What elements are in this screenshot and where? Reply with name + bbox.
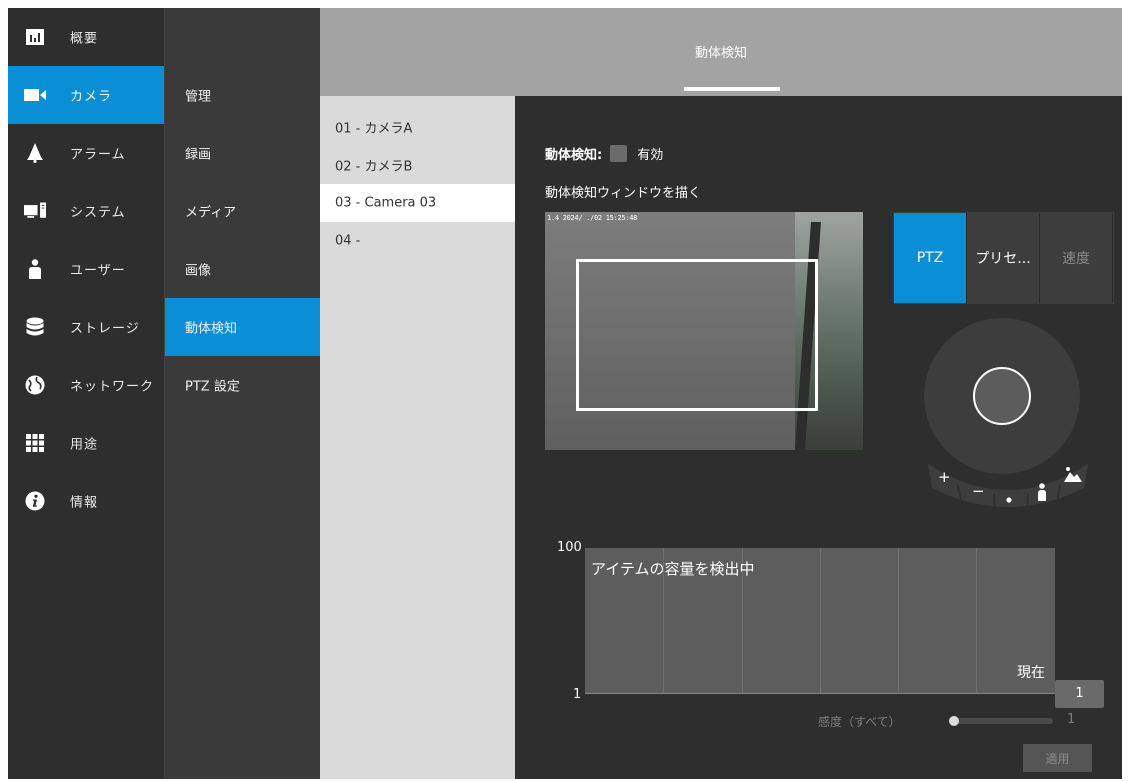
sidebar-item-label: 用途 [70,437,99,453]
graph-gridline [820,548,821,694]
ptz-joystick[interactable] [924,318,1080,474]
zoom-focus-controls: + − [928,464,1088,516]
submenu-item-label: 管理 [185,89,212,105]
submenu-item-image[interactable]: 画像 [165,240,320,298]
submenu-item-motion-detection[interactable]: 動体検知 [165,298,320,356]
enable-checkbox[interactable] [610,145,628,162]
graph-current-label: 現在 [1017,665,1045,681]
submenu-item-management[interactable]: 管理 [165,66,320,124]
video-camera-icon [24,84,46,106]
motion-detection-label: 動体検知: [545,148,603,163]
sidebar-item-label: システム [70,205,126,221]
camera-list-item[interactable]: 04 - [320,222,515,260]
submenu-item-label: PTZ 設定 [185,379,240,395]
submenu-item-recording[interactable]: 録画 [165,124,320,182]
video-preview[interactable]: 1.4 2024/ ./02 15:25:48 [545,212,863,450]
submenu-item-label: 画像 [185,263,212,279]
graph-title: アイテムの容量を検出中 [591,560,755,578]
graph-gridline [898,548,899,694]
focus-dot-icon[interactable] [1006,497,1012,503]
sidebar-item-label: 概要 [70,31,99,47]
bell-icon [24,142,46,164]
camera-list-item-label: 01 - カメラA [335,121,413,137]
active-tab-indicator [684,87,780,91]
bar-chart-icon [24,26,46,48]
camera-list-item-label: 02 - カメラB [335,159,413,175]
graph-y-min: 1 [573,687,582,702]
page-title: 動体検知 [694,46,747,61]
sidebar-item-label: 情報 [70,495,99,511]
sidebar-item-alarm[interactable]: アラーム [8,124,164,182]
motion-detection-toggle-row: 動体検知: 有効 [545,144,663,163]
graph-gridline [976,548,977,694]
camera-list-item[interactable]: 02 - カメラB [320,146,515,184]
sidebar-item-system[interactable]: システム [8,182,164,240]
zoom-in-button[interactable]: + [938,468,951,486]
sidebar-item-overview[interactable]: 概要 [8,8,164,66]
submenu-item-label: メディア [185,205,237,221]
enable-label: 有効 [637,148,664,163]
globe-icon [24,374,46,396]
tab-speed[interactable]: 速度 [1040,213,1113,303]
info-icon [24,490,46,512]
grid-icon [24,432,46,454]
video-timestamp: 1.4 2024/ ./02 15:25:48 [547,214,638,222]
sidebar-item-user[interactable]: ユーザー [8,240,164,298]
submenu-item-label: 録画 [185,147,212,163]
sidebar-item-label: アラーム [70,147,126,163]
sensitivity-value: 1 [1067,712,1076,727]
ptz-tabs: PTZ プリセ... 速度 [893,212,1114,304]
camera-list-item[interactable]: 03 - Camera 03 [320,184,515,222]
motion-detection-window[interactable] [576,259,818,411]
page-header: 動体検知 [320,8,1122,96]
apply-button[interactable]: 適用 [1023,744,1092,772]
submenu-item-label: 動体検知 [185,321,238,337]
sensitivity-slider-thumb[interactable] [949,716,959,726]
graph-y-max: 100 [557,540,582,555]
sidebar-item-label: カメラ [70,89,113,105]
motion-detection-panel: 動体検知: 有効 動体検知ウィンドウを描く 1.4 2024/ ./02 15:… [515,96,1122,779]
sidebar-item-label: ストレージ [70,321,140,337]
computer-icon [24,200,46,222]
sidebar-item-storage[interactable]: ストレージ [8,298,164,356]
camera-list: 01 - カメラA 02 - カメラB 03 - Camera 03 04 - [320,96,515,779]
sidebar-item-info[interactable]: 情報 [8,472,164,530]
sidebar-item-label: ネットワーク [70,379,155,395]
camera-list-item-label: 03 - Camera 03 [335,195,437,211]
tab-preset[interactable]: プリセ... [967,213,1040,303]
submenu-item-media[interactable]: メディア [165,182,320,240]
motion-level-graph: アイテムの容量を検出中 現在 [585,548,1055,694]
database-icon [24,316,46,338]
draw-window-label: 動体検知ウィンドウを描く [545,186,702,201]
zoom-out-button[interactable]: − [972,482,985,500]
sidebar-item-label: ユーザー [70,263,126,279]
sidebar-item-network[interactable]: ネットワーク [8,356,164,414]
joystick-knob[interactable] [973,367,1031,425]
tab-ptz[interactable]: PTZ [894,213,967,303]
sensitivity-slider[interactable] [949,718,1053,724]
sensitivity-label: 感度（すべて） [818,715,901,729]
sidebar-item-applications[interactable]: 用途 [8,414,164,472]
camera-list-item-label: 04 - [335,233,361,249]
camera-list-item[interactable]: 01 - カメラA [320,108,515,146]
app-frame: 概要 カメラ アラーム システム ユーザー ストレージ ネットワーク 用途 情報… [8,8,1122,779]
current-value-badge: 1 [1055,680,1104,708]
camera-submenu: 管理 録画 メディア 画像 動体検知 PTZ 設定 [165,8,320,779]
main-sidebar: 概要 カメラ アラーム システム ユーザー ストレージ ネットワーク 用途 情報 [8,8,165,779]
user-icon [24,258,46,280]
sidebar-item-camera[interactable]: カメラ [8,66,164,124]
submenu-item-ptz-settings[interactable]: PTZ 設定 [165,356,320,414]
graph-axis [585,693,1055,694]
